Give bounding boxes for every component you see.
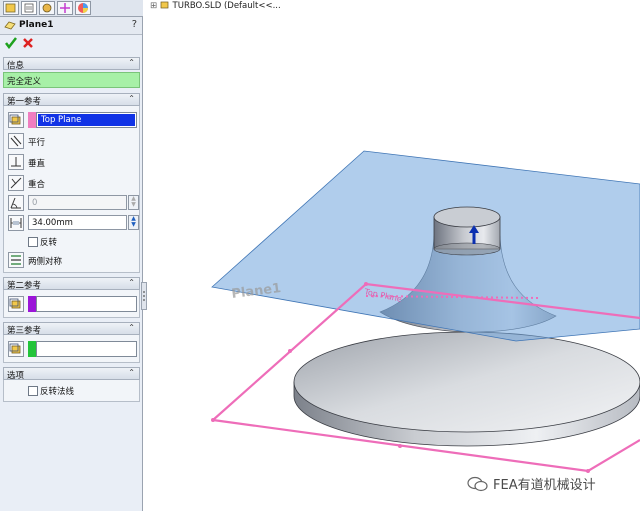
mid-plane-icon xyxy=(11,255,21,265)
reference-entity-button[interactable] xyxy=(8,112,24,128)
offset-distance-button[interactable] xyxy=(8,215,24,231)
display-manager-icon xyxy=(78,3,88,13)
display-manager-tab[interactable] xyxy=(75,1,91,15)
panel-title: Plane1 xyxy=(19,20,54,30)
options-body: 反转法线 xyxy=(3,380,140,402)
parallel-label: 平行 xyxy=(28,138,46,148)
distance-icon xyxy=(10,218,22,228)
perpendicular-label: 垂直 xyxy=(28,159,46,169)
second-reference-body xyxy=(3,290,140,318)
sketch-edge-handle[interactable] xyxy=(288,349,292,353)
third-reference-selection-box[interactable] xyxy=(36,341,137,357)
flip-checkbox[interactable] xyxy=(28,237,38,247)
parallel-button[interactable] xyxy=(8,133,24,149)
angle-icon xyxy=(10,197,21,209)
chevron-up-icon[interactable]: ⌃ xyxy=(128,323,135,332)
second-reference-selection-box[interactable] xyxy=(36,296,137,312)
first-reference-selection[interactable]: Top Plane xyxy=(38,114,135,126)
angle-spinner[interactable]: ▲ ▼ xyxy=(128,195,139,210)
sketch-corner-handle[interactable] xyxy=(586,469,590,473)
first-reference-selection-box[interactable]: Top Plane xyxy=(36,112,137,128)
plane-reference-icon xyxy=(9,298,21,309)
wechat-logo-icon xyxy=(467,476,488,491)
configuration-manager-tab[interactable] xyxy=(39,1,55,15)
options-header[interactable]: 选项 ⌃ xyxy=(3,367,140,381)
configuration-icon xyxy=(42,3,52,13)
third-reference-header[interactable]: 第三参考 ⌃ xyxy=(3,322,140,336)
angle-button[interactable] xyxy=(8,195,24,211)
perpendicular-button[interactable] xyxy=(8,154,24,170)
property-manager: Plane1 ? 信息 ⌃ 完全定义 第一参考 ⌃ Top Plane 平行 垂… xyxy=(0,0,143,511)
panel-title-bar: Plane1 ? xyxy=(0,17,142,35)
cylinder-boss-top[interactable] xyxy=(433,206,501,228)
coincident-button[interactable] xyxy=(8,175,24,191)
grip-icon xyxy=(143,291,145,301)
ok-button[interactable] xyxy=(5,37,17,49)
chevron-up-icon[interactable]: ⌃ xyxy=(128,368,135,377)
parallel-icon xyxy=(10,135,22,147)
offset-distance-field[interactable]: 34.00mm xyxy=(28,215,127,230)
graphics-viewport[interactable]: Plane1 Top Plane xyxy=(147,8,640,511)
dimxpert-tab[interactable] xyxy=(57,1,73,15)
plane-reference-icon xyxy=(9,114,21,125)
sketch-corner-handle[interactable] xyxy=(364,282,368,286)
feature-manager-tab[interactable] xyxy=(3,1,19,15)
property-icon xyxy=(24,3,34,13)
base-disc-top[interactable] xyxy=(293,331,640,433)
dimxpert-icon xyxy=(60,3,70,13)
property-manager-tab[interactable] xyxy=(21,1,37,15)
second-reference-entity-button[interactable] xyxy=(8,296,24,312)
perpendicular-icon xyxy=(11,157,21,167)
watermark: FEA有道机械设计 xyxy=(467,474,596,493)
third-reference-entity-button[interactable] xyxy=(8,341,24,357)
plane-icon xyxy=(4,21,16,30)
mid-plane-label: 两侧对称 xyxy=(28,257,63,267)
chevron-up-icon[interactable]: ⌃ xyxy=(128,58,135,67)
chevron-up-icon[interactable]: ⌃ xyxy=(128,94,135,103)
watermark-text: FEA有道机械设计 xyxy=(493,478,596,493)
sketch-corner-handle[interactable] xyxy=(211,418,215,422)
feature-tree-icon xyxy=(5,3,16,13)
second-ref-color-indicator xyxy=(28,296,36,312)
coincident-icon xyxy=(10,177,22,189)
first-ref-color-indicator xyxy=(28,112,36,128)
third-ref-color-indicator xyxy=(28,341,36,357)
plane-reference-icon xyxy=(9,343,21,354)
flip-normal-label: 反转法线 xyxy=(40,387,75,397)
flip-label: 反转 xyxy=(40,238,58,248)
third-reference-body xyxy=(3,335,140,363)
distance-spinner[interactable]: ▲ ▼ xyxy=(128,215,139,230)
status-text: 完全定义 xyxy=(7,77,42,87)
second-reference-header[interactable]: 第二参考 ⌃ xyxy=(3,277,140,291)
first-reference-header[interactable]: 第一参考 ⌃ xyxy=(3,93,140,107)
cylinder-boss-edge xyxy=(433,242,501,256)
first-reference-body: Top Plane 平行 垂直 重合 0 ▲ ▼ 34.00mm ▲ ▼ 反转 两侧… xyxy=(3,106,140,273)
angle-field[interactable]: 0 xyxy=(28,195,127,210)
cancel-button[interactable] xyxy=(22,37,34,49)
status-box: 完全定义 xyxy=(3,72,140,88)
flip-normal-checkbox[interactable] xyxy=(28,386,38,396)
reference-plane[interactable] xyxy=(211,150,640,342)
mid-plane-button[interactable] xyxy=(8,252,24,268)
info-section-label: 信息 xyxy=(7,61,25,71)
help-button[interactable]: ? xyxy=(132,19,137,30)
chevron-up-icon[interactable]: ⌃ xyxy=(128,278,135,287)
info-section-header[interactable]: 信息 ⌃ xyxy=(3,57,140,71)
coincident-label: 重合 xyxy=(28,180,46,190)
manager-tabs xyxy=(0,0,143,17)
sketch-edge-handle[interactable] xyxy=(398,444,402,448)
